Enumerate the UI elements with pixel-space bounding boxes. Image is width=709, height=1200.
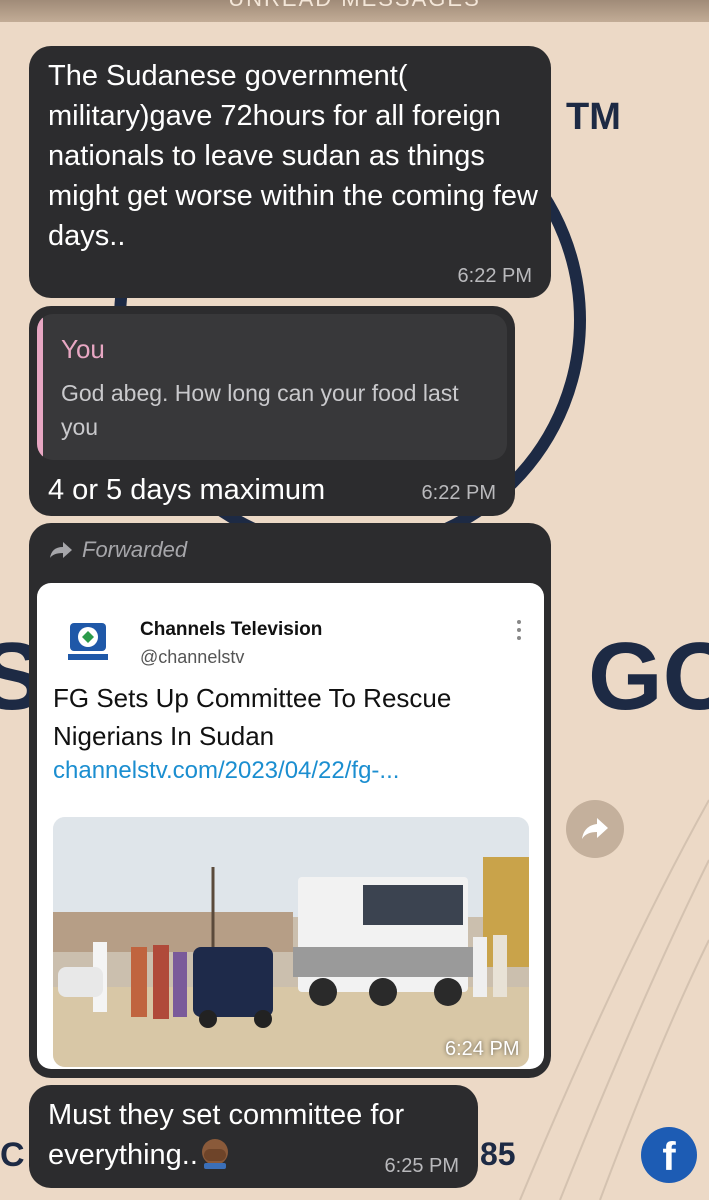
watermark-bottom-left: C — [0, 1136, 25, 1174]
preview-photo-scene — [53, 817, 529, 1067]
unread-banner-text: UNREAD MESSAGES — [0, 0, 709, 12]
facebook-icon: f — [641, 1127, 697, 1183]
preview-link[interactable]: channelstv.com/2023/04/22/fg-... — [53, 757, 399, 785]
message-bubble-incoming[interactable]: Must they set committee for everything..… — [29, 1085, 478, 1188]
message-time: 6:22 PM — [421, 482, 496, 504]
preview-photo[interactable] — [53, 817, 529, 1067]
face-palm-emoji-icon — [201, 1139, 228, 1169]
message-bubble-forwarded[interactable]: Forwarded Channels Television @channelst… — [29, 523, 551, 1078]
link-preview-card[interactable]: Channels Television @channelstv FG Sets … — [37, 583, 544, 1069]
quote-accent-bar — [37, 314, 43, 460]
message-bubble-incoming[interactable]: The Sudanese government( military)gave 7… — [29, 46, 551, 298]
preview-handle: @channelstv — [140, 647, 245, 667]
preview-title: FG Sets Up Committee To Rescue Nigerians… — [53, 683, 452, 751]
more-vertical-icon[interactable] — [515, 619, 523, 641]
forward-arrow-icon — [50, 542, 72, 558]
quoted-message[interactable]: You God abeg. How long can your food las… — [37, 314, 507, 460]
message-text: The Sudanese government( military)gave 7… — [48, 60, 538, 252]
quoted-author: You — [61, 334, 105, 364]
forwarded-label: Forwarded — [82, 537, 188, 562]
watermark-bottom-right: 85 — [480, 1136, 516, 1172]
message-bubble-reply[interactable]: You God abeg. How long can your food las… — [29, 306, 515, 516]
channels-logo-icon — [66, 621, 110, 663]
unread-messages-banner: UNREAD MESSAGES — [0, 0, 709, 22]
quoted-text: God abeg. How long can your food last yo… — [61, 380, 459, 440]
message-time: 6:25 PM — [384, 1155, 459, 1177]
watermark-tm: TM — [566, 96, 621, 138]
preview-source-name: Channels Television — [140, 619, 323, 640]
share-arrow-icon — [582, 818, 608, 839]
watermark-right-letters: GOS — [588, 623, 709, 730]
message-text: 4 or 5 days maximum — [48, 474, 326, 506]
message-time: 6:22 PM — [457, 265, 532, 287]
message-time: 6:24 PM — [445, 1038, 520, 1060]
share-button[interactable] — [566, 800, 624, 858]
